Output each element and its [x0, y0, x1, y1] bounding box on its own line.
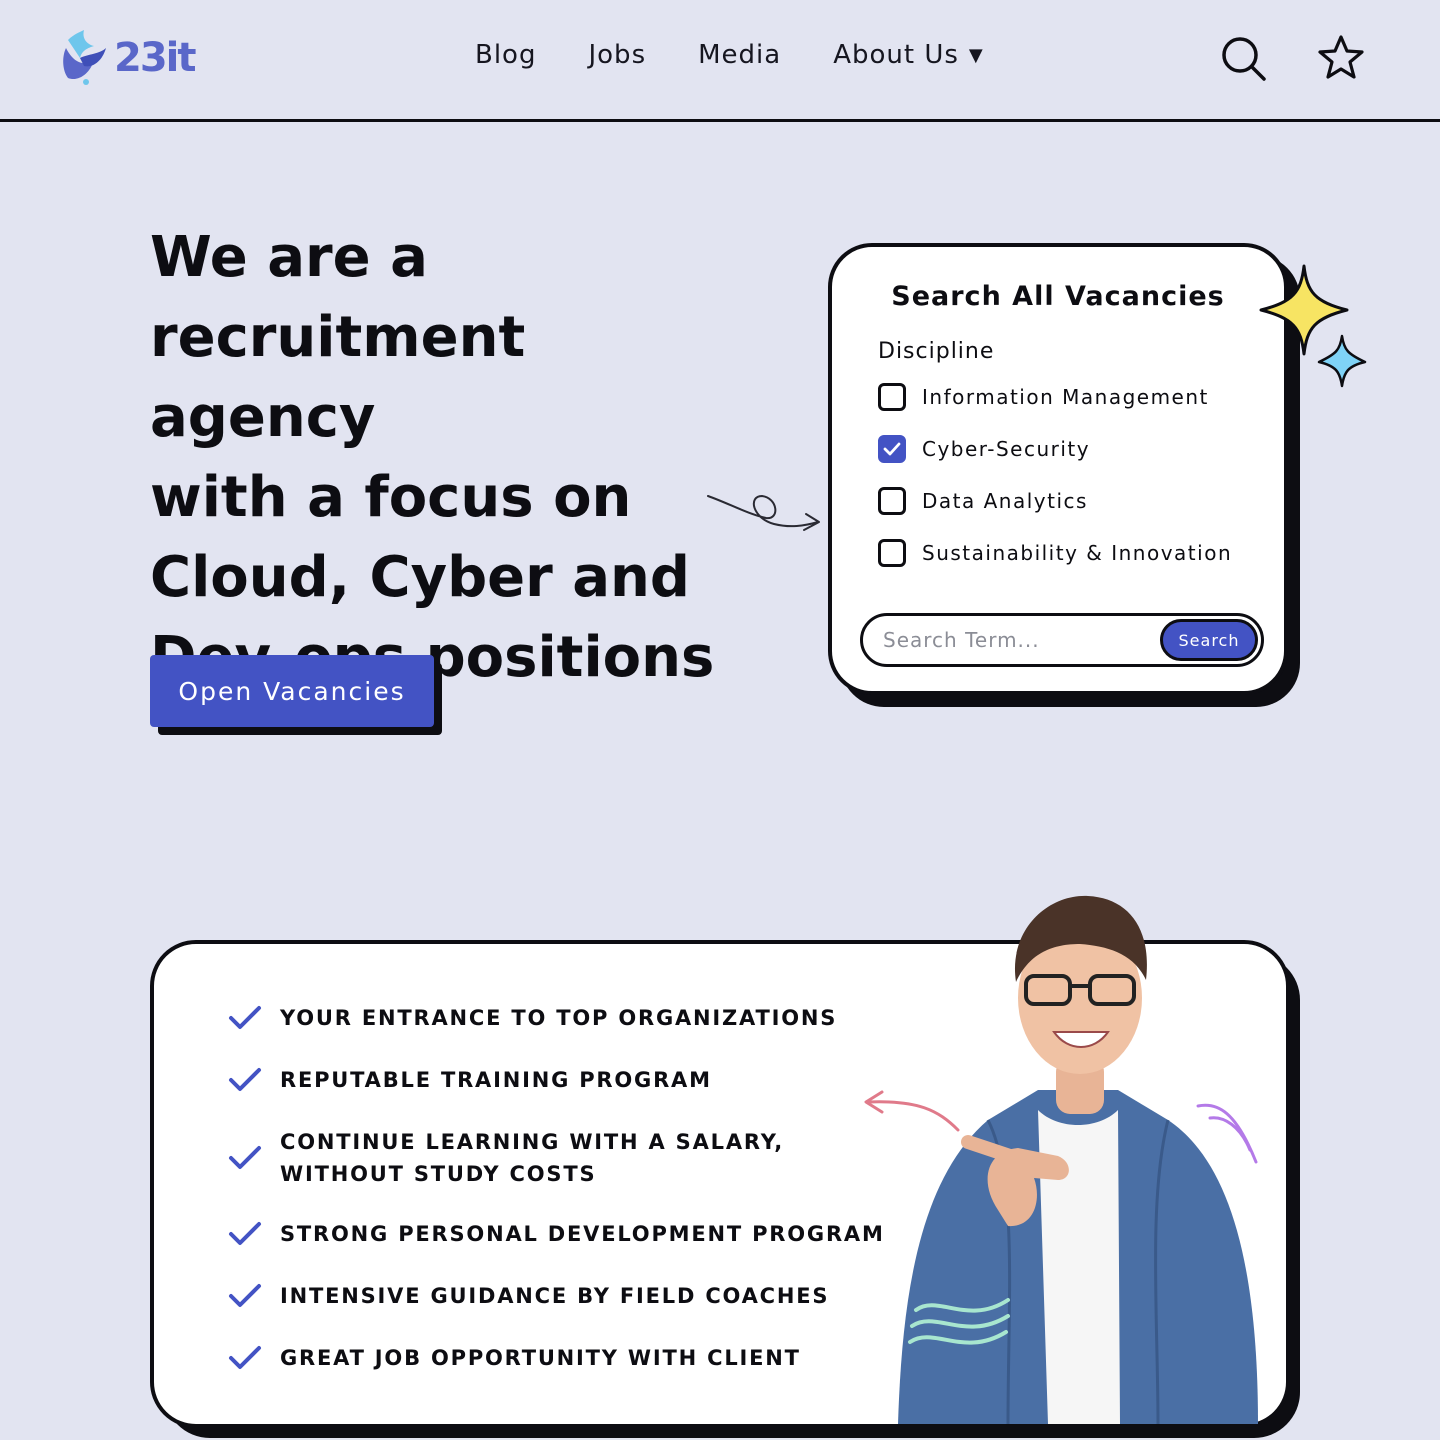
benefit-text: CONTINUE LEARNING WITH A SALARY, WITHOUT…	[280, 1130, 785, 1186]
option-label: Cyber-Security	[922, 437, 1091, 461]
checkbox[interactable]	[878, 539, 906, 567]
checkmark-icon	[883, 442, 901, 456]
search-bar: Search	[860, 613, 1264, 667]
hero-title-line: with a focus on	[150, 465, 632, 530]
nav-item-label: Jobs	[588, 40, 647, 70]
checkmark-icon	[229, 1346, 261, 1369]
search-term-input[interactable]	[883, 624, 1143, 656]
search-icon[interactable]	[1218, 33, 1268, 83]
option-label: Sustainability & Innovation	[922, 541, 1233, 565]
nav-item-label: Media	[698, 40, 782, 70]
discipline-option-data-analytics[interactable]: Data Analytics	[878, 487, 1088, 515]
nav-item-blog[interactable]: Blog	[475, 40, 536, 70]
checkmark-icon	[229, 1222, 261, 1245]
checkbox[interactable]	[878, 383, 906, 411]
search-button[interactable]: Search	[1160, 619, 1258, 661]
benefit-text: REPUTABLE TRAINING PROGRAM	[280, 1068, 712, 1092]
curved-arrow-icon	[866, 1100, 960, 1132]
benefit-item: STRONG PERSONAL DEVELOPMENT PROGRAM	[228, 1218, 885, 1250]
open-vacancies-button[interactable]: Open Vacancies	[150, 655, 434, 727]
star-icon[interactable]	[1316, 33, 1366, 83]
checkbox[interactable]	[878, 487, 906, 515]
hero-title-line: recruitment agency	[150, 305, 526, 450]
benefit-text: YOUR ENTRANCE TO TOP ORGANIZATIONS	[280, 1006, 838, 1030]
squiggle-arrow-icon	[707, 494, 820, 531]
checkmark-icon	[229, 1068, 261, 1091]
logo[interactable]: 23it	[60, 28, 196, 88]
site-header: 23it Blog Jobs Media About Us ▼	[0, 0, 1440, 122]
checkmark-icon	[229, 1006, 261, 1029]
benefit-item: REPUTABLE TRAINING PROGRAM	[228, 1064, 712, 1096]
benefit-text: INTENSIVE GUIDANCE BY FIELD COACHES	[280, 1284, 830, 1308]
caret-down-icon: ▼	[968, 44, 984, 66]
sparkles-icon	[1259, 264, 1367, 388]
nav-item-label: Blog	[475, 40, 537, 70]
benefit-item: CONTINUE LEARNING WITH A SALARY, WITHOUT…	[228, 1126, 784, 1190]
nav-item-media[interactable]: Media	[698, 40, 781, 70]
discipline-option-sustainability-innovation[interactable]: Sustainability & Innovation	[878, 539, 1232, 567]
nav-item-jobs[interactable]: Jobs	[588, 40, 646, 70]
person-pointing-image	[864, 895, 1258, 1424]
hero-title-line: We are a	[150, 225, 428, 290]
hero-title: We are a recruitment agency with a focus…	[150, 218, 770, 698]
hero-title-line: Cloud, Cyber and	[150, 545, 691, 610]
nav-item-label: About Us	[833, 40, 959, 70]
checkmark-icon	[229, 1146, 261, 1169]
checkmark-icon	[229, 1284, 261, 1307]
main-nav: Blog Jobs Media About Us ▼	[475, 40, 984, 70]
checkbox-checked[interactable]	[878, 435, 906, 463]
discipline-option-information-management[interactable]: Information Management	[878, 383, 1209, 411]
discipline-option-cyber-security[interactable]: Cyber-Security	[878, 435, 1090, 463]
bird-logo-icon	[63, 30, 106, 85]
option-label: Data Analytics	[922, 489, 1088, 513]
benefit-item: YOUR ENTRANCE TO TOP ORGANIZATIONS	[228, 1002, 837, 1034]
benefit-item: GREAT JOB OPPORTUNITY WITH CLIENT	[228, 1342, 801, 1374]
benefit-text: GREAT JOB OPPORTUNITY WITH CLIENT	[280, 1346, 801, 1370]
discipline-label: Discipline	[878, 339, 995, 364]
benefit-item: INTENSIVE GUIDANCE BY FIELD COACHES	[228, 1280, 829, 1312]
search-card: Search All Vacancies Discipline Informat…	[828, 243, 1288, 695]
nav-item-about-us[interactable]: About Us ▼	[833, 40, 984, 70]
search-card-title: Search All Vacancies	[891, 281, 1225, 312]
logo-text: 23it	[114, 35, 196, 81]
option-label: Information Management	[922, 385, 1209, 409]
benefit-text: STRONG PERSONAL DEVELOPMENT PROGRAM	[280, 1222, 885, 1246]
